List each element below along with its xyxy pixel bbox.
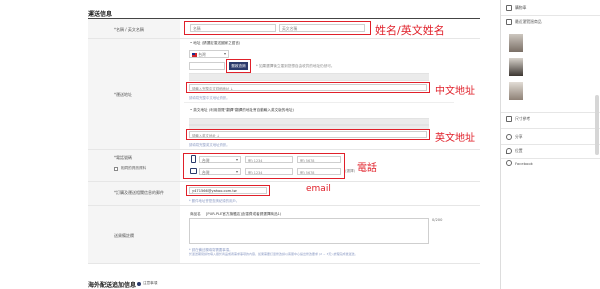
mobile-mid-input[interactable]: 例) 1234 bbox=[245, 156, 293, 163]
right-sidebar: 購物車 最近瀏覽過商品 尺寸參考 分享 位置 Facebook bbox=[500, 0, 600, 289]
memo-counter: 0/200 bbox=[432, 218, 443, 222]
name-label: *名稱 / 英文名稱 bbox=[114, 27, 144, 32]
annotation-cn-address: 中文地址 bbox=[435, 86, 475, 97]
overseas-info-icon bbox=[137, 282, 141, 286]
same-info-checkbox[interactable] bbox=[114, 167, 118, 171]
sidebar-item-location[interactable]: 位置 bbox=[501, 148, 600, 154]
sidebar-item-share[interactable]: 分享 bbox=[501, 134, 600, 140]
en-address-title: • 英文地址 (利用瀏覽"翻譯"翻譯的地址會自動輸入英文版的地址) bbox=[190, 108, 294, 112]
first-name-input[interactable]: 名稱 bbox=[190, 24, 276, 32]
cn-address-base-field bbox=[189, 73, 429, 81]
location-icon bbox=[506, 148, 512, 154]
sidebar-item-recent[interactable]: 最近瀏覽過商品 bbox=[501, 19, 600, 25]
lookup-note: * 如果選擇後立運到您想自由收貨的地址仍然可。 bbox=[256, 64, 335, 68]
memo-note-2: 於運送期間請勿填入關於商品或者需求事項的內容，如果需要訂單修改請以客服中心提出修… bbox=[189, 252, 358, 256]
email-hint: * 郵件地址會是查詢紀錄的用戶。 bbox=[189, 199, 240, 203]
postal-input[interactable] bbox=[189, 62, 225, 70]
taiwan-flag-icon bbox=[192, 53, 197, 57]
en-address-hint: 請填寫完整英文地址資訊。 bbox=[189, 143, 230, 147]
size-icon bbox=[506, 116, 512, 122]
mobile-last-input[interactable]: 例) 5678 bbox=[297, 156, 341, 163]
tel-optional-tag: (選擇) bbox=[345, 169, 355, 173]
sidebar-item-facebook[interactable]: Facebook bbox=[501, 160, 600, 166]
annotation-email: email bbox=[306, 184, 331, 194]
email-label: *訂購及運送相關信息的郵件 bbox=[114, 190, 164, 195]
recent-thumb-1[interactable] bbox=[509, 34, 523, 52]
cn-address-detail-input[interactable]: 請輸入完整中文詳細地址 ↓ bbox=[189, 84, 427, 91]
memo-textarea[interactable] bbox=[189, 218, 429, 244]
phone-label: *電話號碼 bbox=[114, 155, 132, 160]
cn-address-title: • 地址 (請選定運送國家之語言) bbox=[190, 41, 241, 45]
mobile-phone-icon bbox=[191, 155, 196, 163]
mobile-country-select[interactable]: 台灣 bbox=[199, 156, 241, 163]
recent-thumb-2[interactable] bbox=[509, 58, 523, 76]
overseas-tag[interactable]: 注意事項 bbox=[143, 281, 157, 286]
email-row: *訂購及運送相關信息的郵件 bbox=[88, 182, 480, 206]
sidebar-item-cart[interactable]: 購物車 bbox=[501, 5, 600, 11]
overseas-title: 海外配送追加信息 bbox=[88, 282, 137, 289]
annotation-name: 姓名/英文姓名 bbox=[375, 24, 445, 37]
form-area: 運送信息 *名稱 / 英文名稱 名稱 英文名稱 姓名/英文姓名 *運送地址 • … bbox=[0, 0, 485, 289]
en-address-base-field-1 bbox=[189, 118, 429, 125]
same-info-label: 相同的資訊資料 bbox=[121, 166, 147, 170]
memo-product-desc: [PUR-PLE官方旗艦店]含運費或者請選擇商品1) bbox=[206, 212, 282, 216]
section-title: 運送信息 bbox=[88, 11, 113, 18]
cn-address-hint: 請填寫完整中文地址資訊。 bbox=[189, 96, 230, 100]
email-input[interactable]: y471566@yahoo.com.tw bbox=[189, 187, 267, 194]
en-address-input[interactable]: 請輸入英文地址 ↓ bbox=[189, 131, 427, 138]
tel-country-select[interactable]: 台灣 bbox=[199, 168, 241, 175]
memo-label: 送貨備註欄 bbox=[114, 233, 134, 238]
address-subdivider bbox=[184, 102, 454, 103]
memo-product-prefix: 商品名 bbox=[190, 212, 201, 216]
annotation-en-address: 英文地址 bbox=[435, 133, 475, 144]
country-select[interactable]: 台灣 bbox=[189, 50, 229, 58]
share-icon bbox=[506, 134, 512, 140]
telephone-icon bbox=[190, 168, 197, 174]
facebook-icon bbox=[506, 160, 512, 166]
cart-icon bbox=[506, 5, 512, 11]
tel-mid-input[interactable]: 例) 1234 bbox=[245, 168, 293, 175]
recent-icon bbox=[506, 19, 512, 25]
sidebar-scrollbar[interactable] bbox=[595, 95, 599, 155]
postal-lookup-button[interactable]: 郵政查詢 bbox=[229, 62, 248, 70]
last-name-input[interactable]: 英文名稱 bbox=[279, 24, 365, 32]
sidebar-item-size[interactable]: 尺寸參考 bbox=[501, 116, 600, 122]
address-label: *運送地址 bbox=[114, 92, 132, 97]
annotation-phone: 電話 bbox=[357, 163, 377, 174]
tel-last-input[interactable]: 例) 5678 bbox=[297, 168, 341, 175]
recent-thumb-3[interactable] bbox=[509, 82, 523, 100]
